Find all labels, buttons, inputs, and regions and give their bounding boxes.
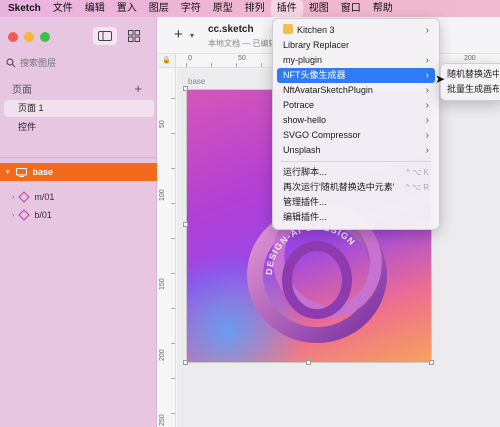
menu-item-unsplash[interactable]: Unsplash › [277, 143, 435, 158]
menu-help[interactable]: 帮助 [367, 0, 399, 17]
menu-window[interactable]: 窗口 [335, 0, 367, 17]
page-item-1[interactable]: 页面 1 [4, 100, 154, 117]
menu-item-svgo-compressor[interactable]: SVGO Compressor › [277, 128, 435, 143]
menu-separator [281, 161, 431, 162]
sidebar-divider [0, 157, 157, 158]
pages-label: 页面 [12, 85, 32, 96]
minimize-window-button[interactable] [24, 32, 34, 42]
add-page-button[interactable]: + [134, 81, 142, 96]
ruler-label: 50 [159, 120, 166, 128]
submenu-item-random-replace[interactable]: 随机替换选中 [443, 67, 499, 82]
ruler-label: 200 [464, 55, 476, 62]
maximize-window-button[interactable] [40, 32, 50, 42]
sidebar-icon [98, 31, 112, 41]
layer-label: m/01 [34, 192, 55, 202]
page-item-controls[interactable]: 控件 [4, 119, 154, 136]
chevron-right-icon: › [425, 70, 429, 81]
search-icon [6, 58, 16, 68]
document-title: cc.sketch [208, 24, 254, 35]
menu-sketch[interactable]: Sketch [0, 0, 47, 17]
chevron-right-icon: › [425, 25, 429, 36]
menu-item-potrace[interactable]: Potrace › [277, 98, 435, 113]
ruler-label: 150 [159, 278, 166, 290]
layer-label: base [32, 167, 54, 177]
chevron-right-icon[interactable]: › [12, 212, 14, 219]
chevron-right-icon: › [425, 85, 429, 96]
menu-item-my-plugin[interactable]: my-plugin › [277, 53, 435, 68]
chevron-right-icon: › [425, 100, 429, 111]
menu-item-show-hello[interactable]: show-hello › [277, 113, 435, 128]
ruler-label: 100 [159, 189, 166, 201]
menu-item-library-replacer[interactable]: Library Replacer [277, 38, 435, 53]
menu-item-nft-avatar-sketch-plugin[interactable]: NftAvatarSketchPlugin › [277, 83, 435, 98]
vertical-ruler[interactable]: 50 100 150 200 250 [158, 68, 176, 427]
chevron-down-icon[interactable]: ▾ [6, 168, 10, 176]
layer-row-base[interactable]: ▾ base [0, 163, 157, 181]
chevron-right-icon: › [425, 55, 429, 66]
ruler-label: 0 [188, 55, 192, 62]
menu-item-manage-plugins[interactable]: 管理插件... [277, 195, 435, 210]
resize-handle[interactable] [429, 360, 434, 365]
kitchen-icon [283, 24, 293, 34]
pages-header: 页面 + [12, 81, 152, 96]
grid-icon [128, 30, 140, 42]
menu-layer[interactable]: 图层 [143, 0, 175, 17]
sidebar-toggle-button[interactable] [93, 27, 117, 45]
layer-label: b/01 [34, 210, 52, 220]
menu-view[interactable]: 视图 [303, 0, 335, 17]
menu-item-run-again[interactable]: 再次运行'随机替换选中元素' ^ ⌥ R [277, 180, 435, 195]
menu-item-run-script[interactable]: 运行脚本... ^ ⌥ K [277, 165, 435, 180]
document-subtitle: 本地文档 — 已编辑 [208, 39, 277, 48]
resize-handle[interactable] [183, 222, 188, 227]
menu-item-nft-avatar-generator[interactable]: NFT头像生成器 › [277, 68, 435, 83]
shortcut-label: ^ ⌥ R [405, 183, 429, 192]
shortcut-label: ^ ⌥ K [406, 168, 429, 177]
chevron-right-icon: › [425, 130, 429, 141]
mouse-cursor-icon: ➤ [435, 72, 446, 86]
insert-button[interactable]: + [174, 26, 183, 43]
layer-row-m01[interactable]: › m/01 [12, 189, 54, 205]
menu-item-edit-plugins[interactable]: 编辑插件... [277, 210, 435, 225]
menu-file[interactable]: 文件 [47, 0, 79, 17]
menu-prototype[interactable]: 原型 [207, 0, 239, 17]
close-window-button[interactable] [8, 32, 18, 42]
resize-handle[interactable] [183, 86, 188, 91]
nft-submenu: 随机替换选中 批量生成画布 [440, 63, 500, 101]
plugins-menu: Kitchen 3 › Library Replacer my-plugin › N… [272, 18, 440, 230]
artboard-title[interactable]: base [188, 77, 205, 86]
menu-edit[interactable]: 编辑 [79, 0, 111, 17]
chevron-right-icon: › [425, 145, 429, 156]
components-view-button[interactable] [124, 27, 144, 45]
menu-item-kitchen[interactable]: Kitchen 3 › [277, 23, 435, 38]
menu-plugins[interactable]: 插件 [270, 0, 303, 17]
menu-arrange[interactable]: 排列 [239, 0, 271, 17]
menu-text[interactable]: 字符 [175, 0, 207, 17]
artboard-icon [15, 167, 27, 177]
layers-sidebar: 页面 + 页面 1 控件 ▾ base › m/01 › b/01 [0, 17, 157, 427]
layer-search[interactable] [6, 55, 152, 71]
resize-handle[interactable] [183, 360, 188, 365]
menubar: Sketch 文件 编辑 置入 图层 字符 原型 排列 插件 视图 窗口 帮助 [0, 0, 500, 17]
submenu-item-batch-generate[interactable]: 批量生成画布 [443, 82, 499, 97]
ruler-corner[interactable]: 🔒 [158, 54, 176, 68]
menu-insert[interactable]: 置入 [111, 0, 143, 17]
ruler-label: 200 [159, 349, 166, 361]
symbol-icon [18, 191, 31, 203]
ruler-label: 50 [238, 55, 246, 62]
chevron-down-icon[interactable]: ▾ [190, 31, 194, 40]
ruler-label: 250 [159, 414, 166, 426]
symbol-icon [18, 209, 31, 221]
resize-handle[interactable] [306, 360, 311, 365]
chevron-right-icon: › [425, 115, 429, 126]
search-input[interactable] [20, 58, 140, 68]
layer-row-b01[interactable]: › b/01 [12, 207, 52, 223]
chevron-right-icon[interactable]: › [12, 194, 14, 201]
window-controls [8, 32, 50, 42]
